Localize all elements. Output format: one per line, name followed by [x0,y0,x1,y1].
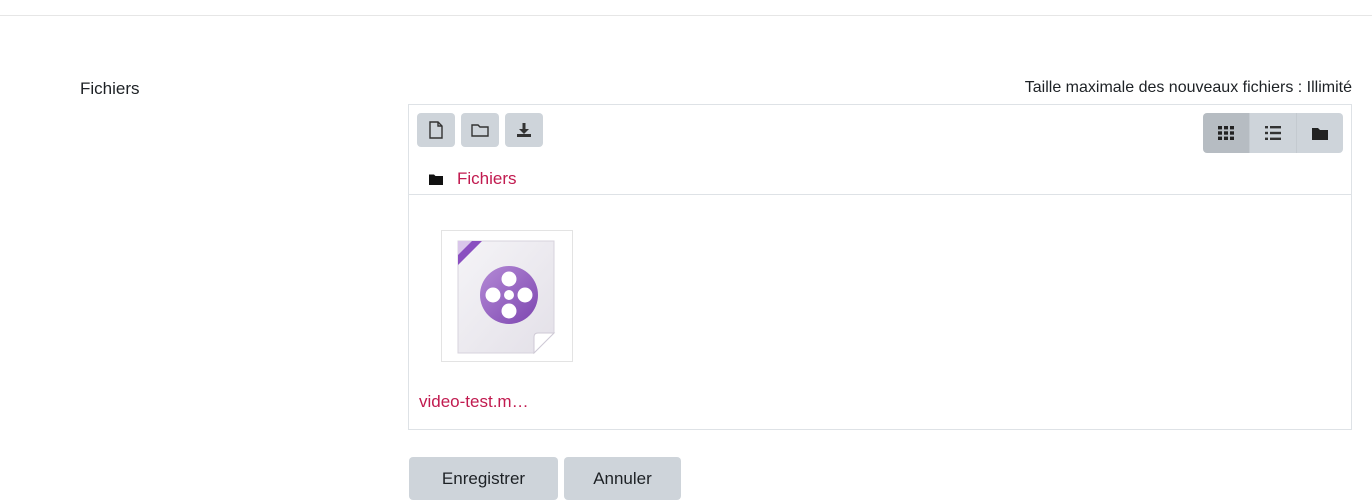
new-folder-icon [471,124,489,137]
file-manager-toolbar [417,113,543,147]
grid-view-button[interactable] [1203,113,1250,153]
video-file-icon [457,240,556,355]
tree-view-button[interactable] [1297,113,1343,153]
file-name-link[interactable]: video-test.m… [419,392,529,412]
field-label: Fichiers [80,79,140,98]
save-button[interactable]: Enregistrer [409,457,558,500]
add-file-button[interactable] [417,113,455,147]
grid-view-icon [1218,126,1234,140]
top-divider [0,15,1372,16]
breadcrumb-item[interactable]: Fichiers [457,169,517,189]
tree-view-icon [1312,127,1328,140]
file-thumbnail[interactable] [441,230,573,362]
breadcrumb: Fichiers [429,169,517,189]
create-folder-button[interactable] [461,113,499,147]
view-mode-switcher [1203,113,1343,153]
file-manager: Fichiers video-test.m… [408,104,1352,430]
download-icon [517,123,531,137]
download-all-button[interactable] [505,113,543,147]
divider [409,194,1351,195]
list-view-button[interactable] [1250,113,1297,153]
new-file-icon [429,121,443,139]
cancel-button[interactable]: Annuler [564,457,681,500]
list-view-icon [1265,126,1281,140]
folder-icon [429,174,443,185]
max-file-size-info: Taille maximale des nouveaux fichiers : … [1024,79,1352,96]
